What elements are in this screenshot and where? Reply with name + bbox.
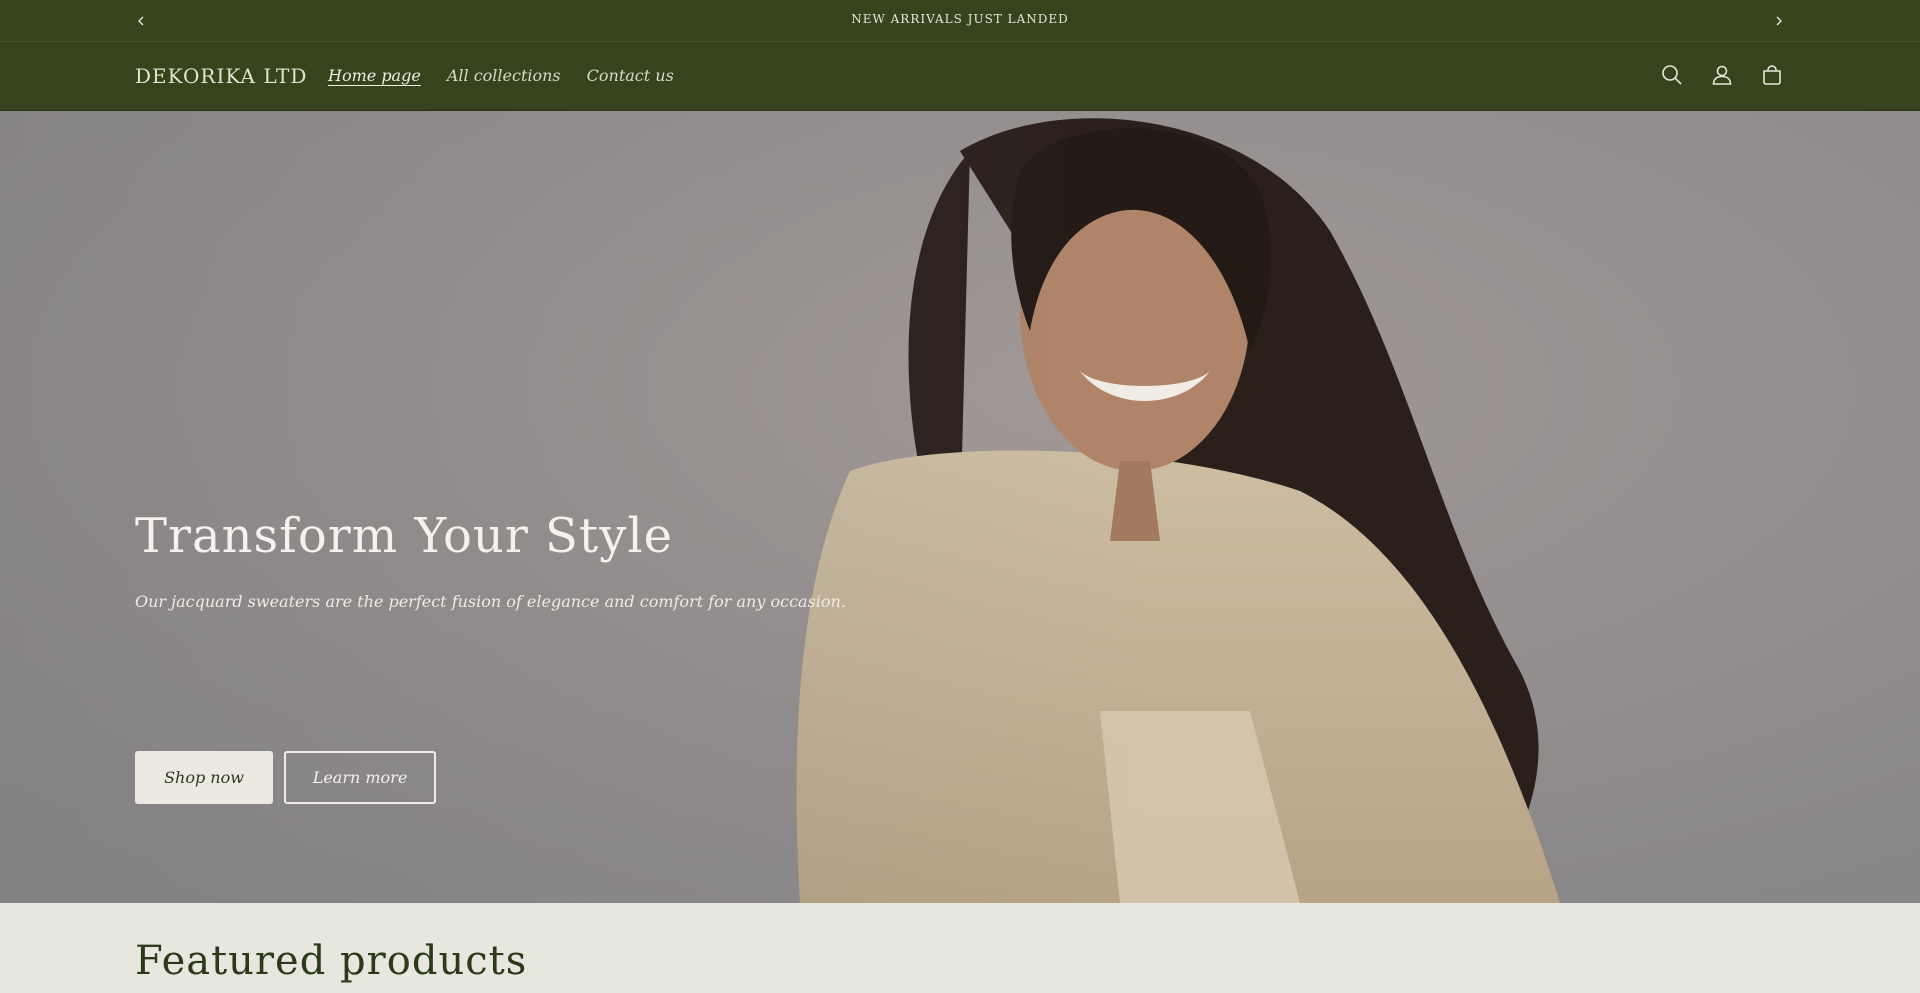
shop-now-button[interactable]: Shop now	[135, 751, 273, 804]
nav-all-collections[interactable]: All collections	[447, 66, 561, 85]
search-button[interactable]	[1659, 62, 1685, 88]
store-logo[interactable]: DEKORIKA LTD	[135, 64, 307, 88]
site-header: DEKORIKA LTD Home page All collections C…	[0, 42, 1920, 111]
chevron-right-icon	[1776, 16, 1782, 26]
hero-title: Transform Your Style	[135, 508, 674, 564]
header-icons	[1659, 62, 1785, 88]
nav-contact-us[interactable]: Contact us	[587, 66, 674, 85]
main-nav: Home page All collections Contact us	[328, 66, 674, 85]
nav-home-page[interactable]: Home page	[328, 66, 421, 85]
cart-icon	[1763, 65, 1781, 85]
hero-subtitle: Our jacquard sweaters are the perfect fu…	[135, 592, 846, 611]
announcement-bar: NEW ARRIVALS JUST LANDED	[0, 0, 1920, 42]
cart-button[interactable]	[1759, 62, 1785, 88]
account-button[interactable]	[1709, 62, 1735, 88]
search-icon	[1662, 65, 1682, 85]
next-announcement-button[interactable]	[1764, 0, 1794, 42]
announcement-text: NEW ARRIVALS JUST LANDED	[851, 12, 1069, 26]
account-icon	[1712, 65, 1732, 85]
learn-more-button[interactable]: Learn more	[284, 751, 436, 804]
featured-products-heading: Featured products	[135, 938, 528, 984]
